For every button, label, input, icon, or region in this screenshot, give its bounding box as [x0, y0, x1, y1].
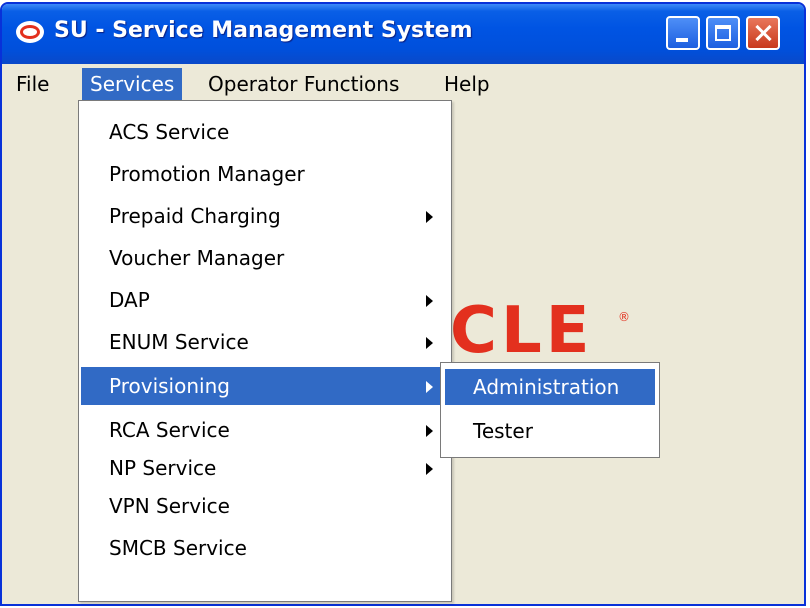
minimize-button[interactable] [666, 16, 700, 50]
submenu-arrow-icon [426, 211, 433, 223]
menu-item-label: RCA Service [109, 418, 230, 442]
oracle-logo-icon [16, 21, 44, 43]
menu-item-label: ENUM Service [109, 330, 249, 354]
submenu-arrow-icon [426, 381, 433, 393]
title-bar[interactable]: SU - Service Management System [2, 4, 804, 64]
submenu-arrow-icon [426, 425, 433, 437]
menu-item-dap[interactable]: DAP [81, 281, 449, 319]
menu-item-enum-service[interactable]: ENUM Service [81, 323, 449, 361]
menu-item-label: Provisioning [109, 374, 230, 398]
close-button[interactable] [746, 16, 780, 50]
maximize-icon [715, 25, 731, 41]
brand-logo-text: CLE [450, 294, 594, 368]
close-icon [748, 18, 778, 48]
submenu-item-tester[interactable]: Tester [445, 413, 655, 449]
menu-item-label: ACS Service [109, 120, 230, 144]
registered-mark-icon: ® [618, 310, 630, 324]
menu-item-provisioning[interactable]: Provisioning [81, 367, 449, 405]
provisioning-submenu: Administration Tester [440, 362, 660, 458]
menu-item-label: SMCB Service [109, 536, 247, 560]
menu-item-promotion-manager[interactable]: Promotion Manager [81, 155, 449, 193]
menu-item-label: Voucher Manager [109, 246, 285, 270]
menu-item-label: NP Service [109, 456, 217, 480]
menu-item-acs-service[interactable]: ACS Service [81, 113, 449, 151]
submenu-item-administration[interactable]: Administration [445, 369, 655, 405]
menu-item-label: VPN Service [109, 494, 230, 518]
menu-bar: File Services Operator Functions Help [2, 64, 804, 104]
menu-item-voucher-manager[interactable]: Voucher Manager [81, 239, 449, 277]
menu-item-vpn-service[interactable]: VPN Service [81, 487, 449, 525]
menu-item-prepaid-charging[interactable]: Prepaid Charging [81, 197, 449, 235]
submenu-arrow-icon [426, 463, 433, 475]
menu-item-np-service[interactable]: NP Service [81, 449, 449, 487]
menu-item-label: Prepaid Charging [109, 204, 281, 228]
submenu-arrow-icon [426, 295, 433, 307]
menu-file[interactable]: File [8, 68, 57, 100]
services-dropdown: ACS Service Promotion Manager Prepaid Ch… [78, 100, 452, 602]
menu-help[interactable]: Help [436, 68, 498, 100]
menu-item-label: Promotion Manager [109, 162, 305, 186]
menu-services[interactable]: Services [82, 68, 183, 100]
menu-item-rca-service[interactable]: RCA Service [81, 411, 449, 449]
menu-operator-functions[interactable]: Operator Functions [200, 68, 407, 100]
menu-item-label: DAP [109, 288, 150, 312]
minimize-icon [676, 38, 688, 42]
menu-item-smcb-service[interactable]: SMCB Service [81, 529, 449, 567]
submenu-arrow-icon [426, 337, 433, 349]
window-title: SU - Service Management System [54, 18, 473, 43]
maximize-button[interactable] [706, 16, 740, 50]
